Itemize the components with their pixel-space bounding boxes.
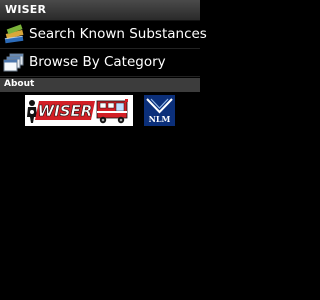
nlm-logo-text: NLM: [149, 114, 171, 124]
wiser-logo[interactable]: WISER: [25, 95, 133, 126]
search-known-substances-label: Search Known Substances: [29, 26, 207, 42]
books-icon: [4, 24, 24, 44]
browse-by-category-label: Browse By Category: [29, 54, 166, 70]
wiser-logo-text: WISER: [38, 102, 93, 120]
about-header-label: About: [4, 79, 35, 89]
title-bar: WISER: [0, 0, 200, 21]
nlm-logo[interactable]: NLM: [144, 95, 175, 126]
stacked-windows-icon: [3, 53, 24, 72]
about-section-header: About: [0, 78, 200, 92]
app-title: WISER: [5, 3, 47, 16]
browse-by-category-item[interactable]: Browse By Category: [0, 49, 200, 77]
search-known-substances-item[interactable]: Search Known Substances: [0, 21, 207, 49]
